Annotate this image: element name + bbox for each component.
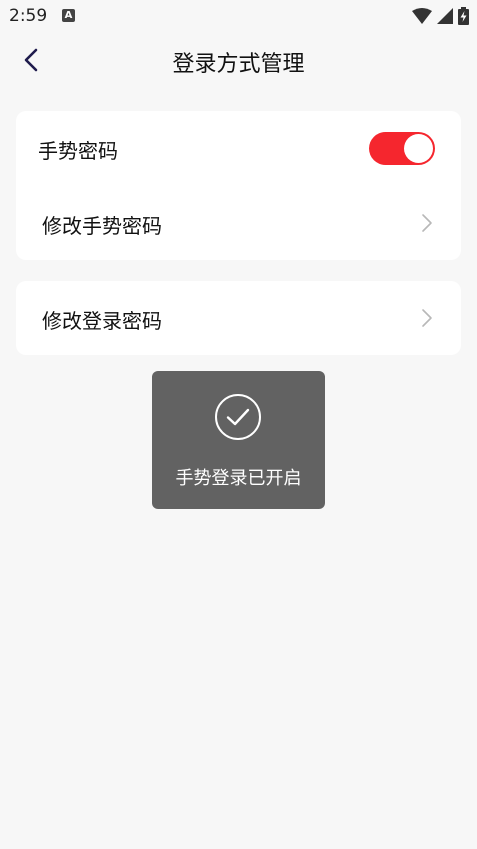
login-settings-card: 修改登录密码 — [16, 281, 461, 355]
modify-login-password-label: 修改登录密码 — [42, 309, 162, 333]
battery-charging-icon — [458, 7, 469, 25]
gesture-password-toggle[interactable] — [369, 132, 435, 165]
status-time: 2:59 — [9, 6, 48, 26]
gesture-password-row: 手势密码 — [16, 111, 461, 185]
modify-gesture-password-label: 修改手势密码 — [42, 214, 162, 238]
gesture-settings-card: 手势密码 修改手势密码 — [16, 111, 461, 260]
toast: 手势登录已开启 — [152, 371, 325, 509]
modify-gesture-password-row[interactable]: 修改手势密码 — [16, 186, 461, 260]
modify-login-password-row[interactable]: 修改登录密码 — [16, 281, 461, 355]
toggle-knob — [404, 134, 433, 163]
check-circle-icon — [215, 394, 261, 440]
chevron-right-icon — [422, 309, 432, 327]
page-title: 登录方式管理 — [172, 52, 305, 77]
wifi-icon — [412, 8, 432, 24]
toast-message: 手势登录已开启 — [175, 468, 302, 489]
gesture-password-label: 手势密码 — [38, 139, 118, 163]
header: 登录方式管理 — [0, 32, 477, 92]
cell-signal-icon — [437, 8, 453, 24]
chevron-right-icon — [422, 214, 432, 232]
status-icons — [412, 7, 469, 25]
notification-a-icon: A — [62, 9, 75, 22]
status-bar: 2:59 A — [0, 0, 477, 32]
